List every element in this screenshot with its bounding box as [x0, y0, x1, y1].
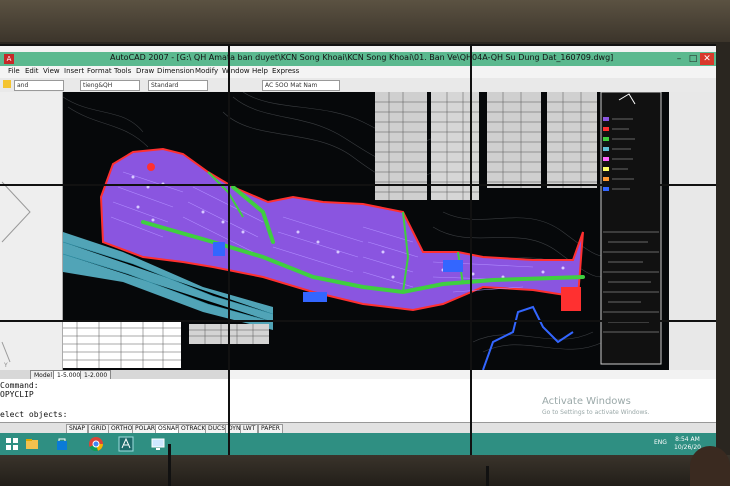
menu-format[interactable]: Format — [87, 67, 112, 75]
bezel-vertical-2 — [470, 44, 472, 455]
menu-file[interactable]: File — [8, 67, 20, 75]
close-button[interactable]: ✕ — [700, 53, 714, 65]
layer-icon[interactable] — [3, 80, 11, 88]
autocad-icon[interactable] — [118, 436, 134, 452]
dimstyle-dropdown[interactable]: tieng&QH — [80, 80, 140, 91]
layout-tabs: Model 1-5.000 1-2.000 — [0, 370, 230, 381]
activation-watermark-subtitle: Go to Settings to activate Windows. — [542, 409, 650, 416]
menu-insert[interactable]: Insert — [64, 67, 84, 75]
windows-start-icon[interactable] — [4, 436, 20, 452]
menu-window[interactable]: Window — [222, 67, 250, 75]
red-parcel — [561, 287, 581, 311]
menu-modify[interactable]: Modify — [195, 67, 218, 75]
left-tool-palette: Y — [0, 92, 63, 370]
room-wall-top — [0, 0, 730, 42]
command-line-1: Command: — [0, 381, 39, 390]
bezel-horizontal-2 — [0, 320, 716, 322]
menu-view[interactable]: View — [43, 67, 60, 75]
microphone-left — [168, 444, 171, 486]
microphone-right — [486, 466, 489, 486]
menu-tools[interactable]: Tools — [114, 67, 131, 75]
bezel-top — [0, 44, 716, 46]
layer-state-dropdown[interactable]: AC 5OO Mat Nam — [262, 80, 340, 91]
legend-panel — [600, 92, 662, 365]
properties-toolbar: and tieng&QH Standard AC 5OO Mat Nam — [0, 78, 716, 93]
video-wall-screen: A AutoCAD 2007 - [G:\ QH Amata ban duyet… — [0, 44, 716, 455]
red-marker — [147, 163, 155, 171]
command-line-2: OPYCLIP — [0, 390, 34, 399]
desktop-icon[interactable] — [150, 436, 166, 452]
menu-draw[interactable]: Draw — [136, 67, 154, 75]
textstyle-dropdown[interactable]: Standard — [148, 80, 208, 91]
menu-help[interactable]: Help — [252, 67, 268, 75]
drawing-area[interactable] — [63, 92, 669, 370]
bezel-vertical-1 — [228, 44, 230, 455]
language-indicator[interactable]: ENG — [654, 439, 667, 446]
right-tool-palette — [669, 92, 716, 370]
maximize-button[interactable]: □ — [686, 53, 700, 65]
menu-dimension[interactable]: Dimension — [157, 67, 194, 75]
autocad-app-icon: A — [4, 54, 14, 64]
window-title: AutoCAD 2007 - [G:\ QH Amata ban duyet\K… — [110, 53, 614, 62]
bezel-horizontal-1 — [0, 184, 716, 186]
layer-dropdown[interactable]: and — [14, 80, 64, 91]
clock-time: 8:54 AM — [675, 436, 700, 443]
file-explorer-icon[interactable] — [24, 436, 40, 452]
land-use-table — [63, 320, 269, 368]
command-prompt[interactable]: elect objects: — [0, 410, 67, 419]
svg-text:Y: Y — [3, 362, 8, 369]
windows-taskbar: ENG 8:54 AM 10/26/20 — [0, 433, 716, 455]
room-table — [0, 455, 730, 486]
activation-watermark-title: Activate Windows — [542, 396, 631, 407]
person-head — [690, 446, 730, 486]
palette-outline-icon: Y — [1, 181, 31, 369]
store-icon[interactable] — [54, 436, 70, 452]
stream — [482, 305, 574, 370]
menu-bar: File Edit View Insert Format Tools Draw … — [0, 66, 716, 78]
menu-edit[interactable]: Edit — [25, 67, 39, 75]
menu-express[interactable]: Express — [272, 67, 299, 75]
chrome-icon[interactable] — [88, 436, 104, 452]
minimize-button[interactable]: – — [672, 53, 686, 65]
site-plan-drawing — [63, 92, 662, 370]
